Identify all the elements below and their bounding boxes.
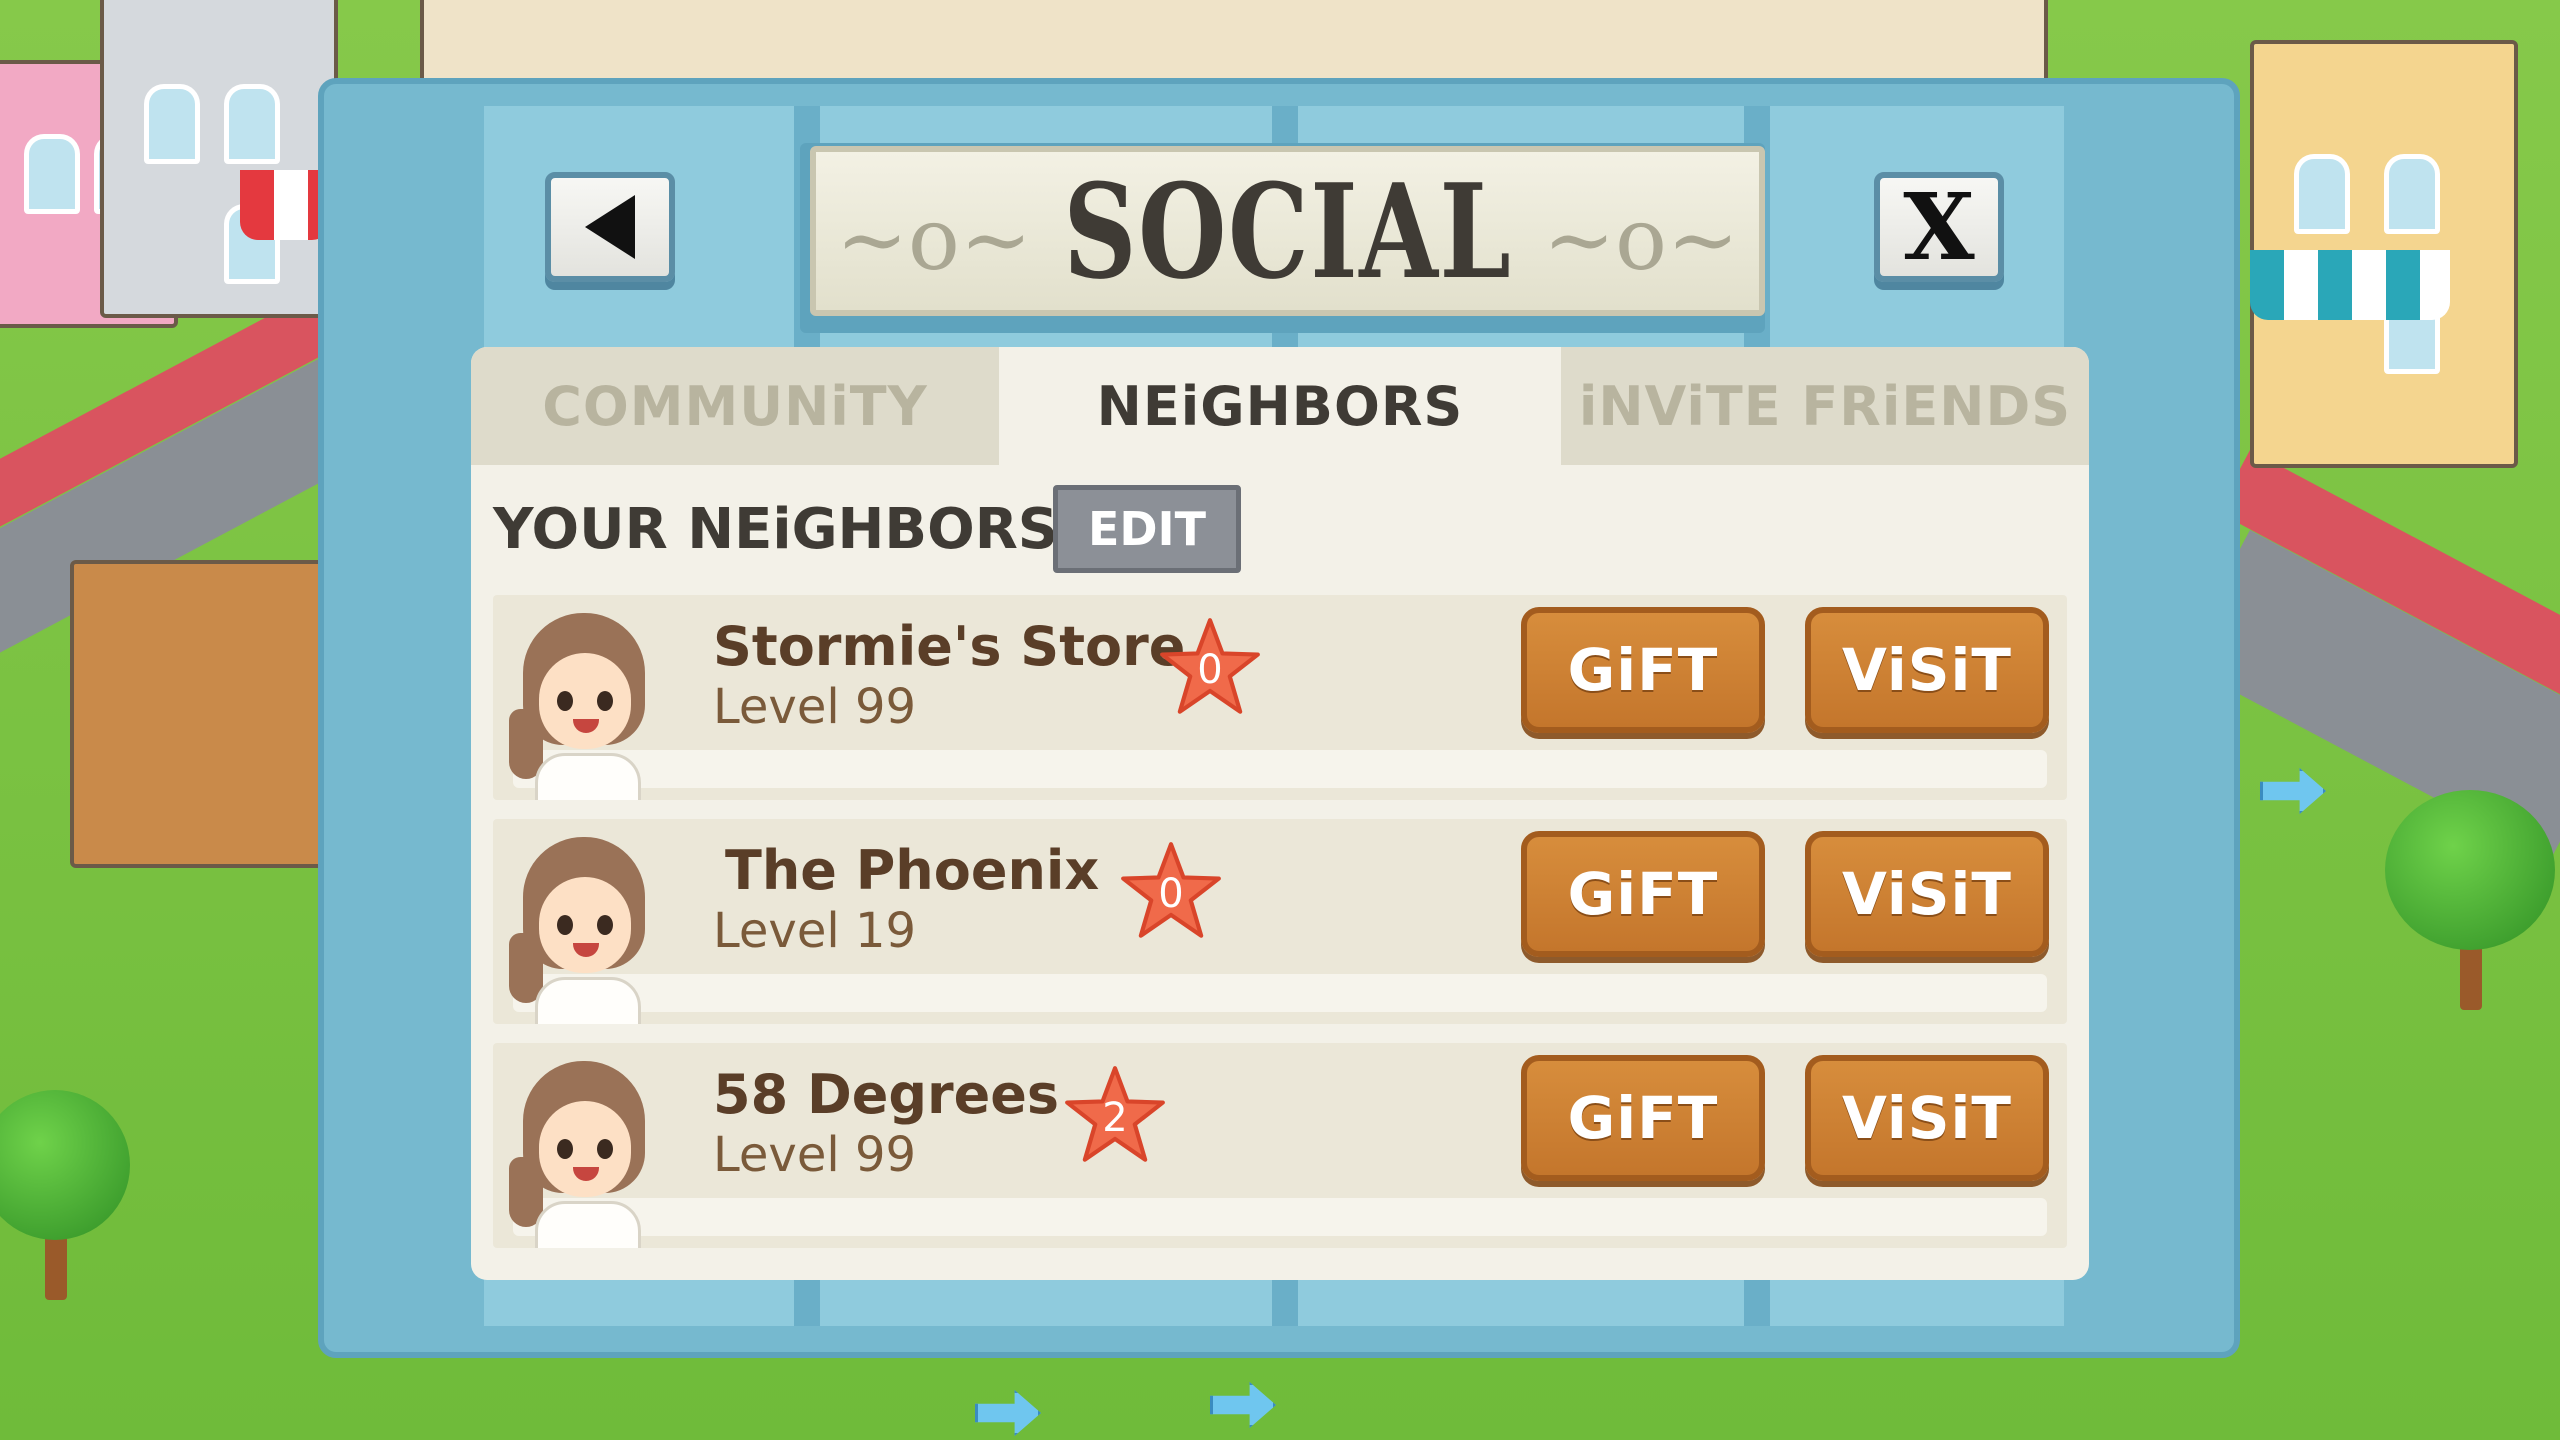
building-grey (100, 0, 338, 318)
neighbor-name: 58 Degrees (713, 1063, 1060, 1126)
tab-invite-friends[interactable]: iNViTE FRiENDS (1561, 347, 2089, 465)
star-badge: 0 (1158, 615, 1262, 719)
close-icon: X (1903, 173, 1975, 281)
star-count: 2 (1102, 1095, 1128, 1141)
back-arrow-icon (585, 195, 635, 259)
neighbor-row: Stormie's Store Level 99 0 GiFT ViSiT (493, 595, 2067, 800)
avatar (509, 1061, 659, 1248)
star-count: 0 (1158, 871, 1184, 917)
edit-button[interactable]: EDIT (1053, 485, 1241, 573)
neighbor-name: Stormie's Store (713, 615, 1186, 678)
neighbor-level: Level 99 (713, 679, 917, 735)
star-badge: 2 (1063, 1063, 1167, 1167)
star-badge: 0 (1119, 839, 1223, 943)
tab-neighbors[interactable]: NEiGHBORS (1011, 347, 1549, 465)
neighbor-level: Level 19 (713, 903, 917, 959)
gift-button[interactable]: GiFT (1521, 607, 1765, 733)
visit-button[interactable]: ViSiT (1805, 831, 2049, 957)
gift-button[interactable]: GiFT (1521, 831, 1765, 957)
neighbor-name: The Phoenix (725, 839, 1100, 902)
visit-button[interactable]: ViSiT (1805, 1055, 2049, 1181)
neighbor-row: 58 Degrees Level 99 2 GiFT ViSiT (493, 1043, 2067, 1248)
avatar (509, 613, 659, 800)
star-count: 0 (1197, 647, 1223, 693)
tree (2385, 790, 2555, 950)
tab-community[interactable]: COMMUNiTY (471, 347, 999, 465)
content-panel: COMMUNiTY NEiGHBORS iNViTE FRiENDS YOUR … (471, 347, 2089, 1280)
back-button[interactable] (545, 172, 675, 282)
gift-button[interactable]: GiFT (1521, 1055, 1765, 1181)
row-strip (513, 750, 2047, 788)
title-plate: ~o~ SOCIAL ~o~ (810, 146, 1765, 316)
neighbor-level: Level 99 (713, 1127, 917, 1183)
section-title: YOUR NEiGHBORS (493, 497, 1059, 562)
awning-teal (2250, 250, 2450, 320)
swirl-left-icon: ~o~ (836, 190, 1032, 290)
visit-button[interactable]: ViSiT (1805, 607, 2049, 733)
building-cafe (70, 560, 338, 868)
close-button[interactable]: X (1874, 172, 2004, 282)
awning-red (240, 170, 330, 240)
page-title: SOCIAL (1062, 154, 1513, 308)
neighbor-row: The Phoenix Level 19 0 GiFT ViSiT (493, 819, 2067, 1024)
row-strip (513, 1198, 2047, 1236)
row-strip (513, 974, 2047, 1012)
avatar (509, 837, 659, 1024)
swirl-right-icon: ~o~ (1543, 190, 1739, 290)
